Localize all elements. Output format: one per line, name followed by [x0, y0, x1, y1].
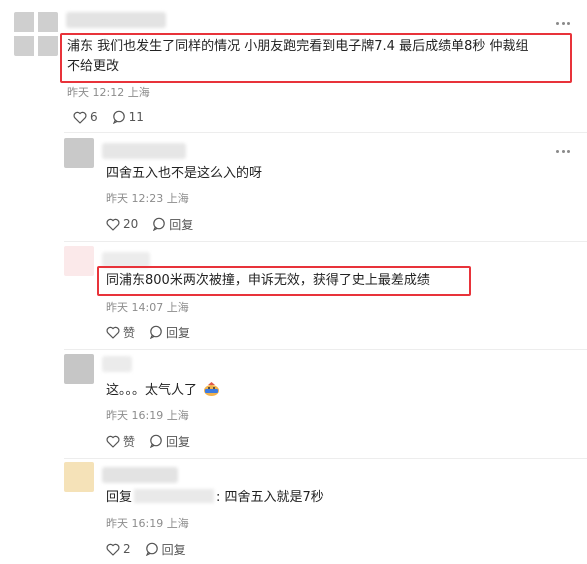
like-count: 6 — [90, 110, 98, 124]
comment-text-content: 这。。。太气人了 — [106, 383, 198, 398]
angry-face-icon — [203, 380, 220, 404]
reply-count-button[interactable]: 11 — [112, 110, 144, 124]
comment-text: 这。。。太气人了 — [106, 380, 220, 404]
more-options-icon[interactable] — [556, 22, 570, 26]
divider — [64, 349, 587, 350]
comment-time: 昨天 16:19 — [106, 517, 164, 530]
reply-label: 回复 — [161, 542, 186, 557]
comment-actions: 2 回复 — [106, 541, 200, 557]
like-button[interactable]: 6 — [73, 110, 98, 124]
comment-meta: 昨天 16:19 上海 — [106, 517, 189, 531]
heart-icon — [73, 111, 87, 124]
divider — [64, 458, 587, 459]
reply-button[interactable]: 回复 — [149, 324, 190, 341]
comment-bubble-icon — [153, 217, 166, 231]
heart-icon — [106, 218, 120, 231]
more-options-icon[interactable] — [556, 150, 570, 154]
reply-button[interactable]: 回复 — [152, 216, 193, 233]
username-blurred[interactable] — [102, 143, 186, 159]
comment-meta: 昨天 12:23 上海 — [106, 192, 189, 206]
comment-location: 上海 — [166, 517, 189, 530]
comment-time: 昨天 16:19 — [106, 409, 164, 422]
like-button[interactable]: 20 — [106, 217, 138, 231]
reply-label: 回复 — [166, 325, 191, 340]
comment-text: 同浦东800米两次被撞，申诉无效，获得了史上最差成绩 — [106, 273, 430, 288]
comment-text-content: : 四舍五入就是7秒 — [216, 490, 324, 505]
comment-actions: 赞 回复 — [106, 433, 204, 449]
username-blurred[interactable] — [102, 467, 178, 483]
heart-icon — [106, 435, 120, 448]
comment-meta: 昨天 16:19 上海 — [106, 409, 189, 423]
username-blurred[interactable] — [102, 356, 132, 372]
comment-location: 上海 — [166, 409, 189, 422]
like-count: 20 — [123, 217, 139, 231]
like-label: 赞 — [123, 325, 136, 340]
comment-text: 回复 : 四舍五入就是7秒 — [106, 488, 324, 508]
comment-actions: 20 回复 — [106, 216, 207, 232]
comment-time: 昨天 12:23 — [106, 192, 164, 205]
comment-actions: 6 11 — [73, 109, 158, 125]
heart-icon — [106, 326, 120, 339]
heart-icon — [106, 543, 120, 556]
comment-bubble-icon — [149, 434, 162, 448]
reply-button[interactable]: 回复 — [149, 433, 190, 450]
username-blurred[interactable] — [66, 12, 166, 28]
avatar[interactable] — [64, 246, 94, 276]
like-label: 赞 — [123, 434, 136, 449]
divider — [64, 132, 587, 133]
like-count: 2 — [123, 542, 131, 556]
comment-text-line: 不给更改 — [67, 59, 120, 74]
reply-count: 11 — [128, 110, 144, 124]
comment-bubble-icon — [145, 542, 158, 556]
reply-label: 回复 — [169, 217, 194, 232]
avatar[interactable] — [64, 462, 94, 492]
like-button[interactable]: 赞 — [106, 433, 135, 450]
mentioned-user-blurred[interactable] — [134, 489, 215, 503]
comment-meta: 昨天 12:12 上海 — [67, 86, 150, 100]
divider — [64, 241, 587, 242]
like-button[interactable]: 2 — [106, 542, 131, 556]
like-button[interactable]: 赞 — [106, 324, 135, 341]
comment-location: 上海 — [166, 192, 189, 205]
avatar[interactable] — [14, 12, 58, 56]
avatar[interactable] — [64, 138, 94, 168]
reply-button[interactable]: 回复 — [145, 541, 186, 558]
comment-location: 上海 — [166, 301, 189, 314]
comment-meta: 昨天 14:07 上海 — [106, 301, 189, 315]
reply-label: 回复 — [166, 434, 191, 449]
comment-actions: 赞 回复 — [106, 324, 204, 340]
comment-bubble-icon — [112, 110, 125, 124]
reply-prefix: 回复 — [106, 490, 133, 505]
comment-location: 上海 — [127, 86, 150, 99]
avatar[interactable] — [64, 354, 94, 384]
comment-text: 四舍五入也不是这么入的呀 — [106, 166, 263, 181]
comment-bubble-icon — [149, 325, 162, 339]
comment-text-line: 浦东 我们也发生了同样的情况 小朋友跑完看到电子牌7.4 最后成绩单8秒 仲裁组 — [67, 39, 529, 54]
comment-time: 昨天 12:12 — [67, 86, 125, 99]
comment-time: 昨天 14:07 — [106, 301, 164, 314]
